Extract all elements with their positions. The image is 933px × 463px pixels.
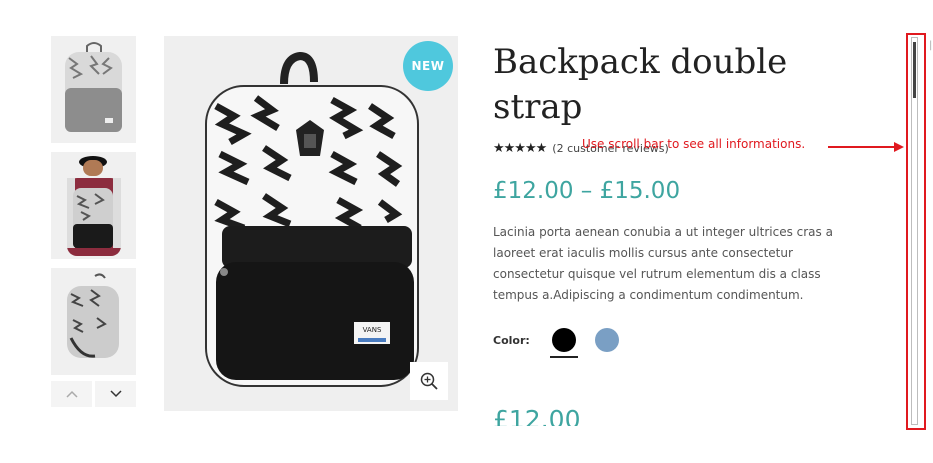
thumbnail-down-button[interactable]	[95, 381, 136, 407]
thumbnail-up-button[interactable]	[51, 381, 92, 407]
thumbnail-2[interactable]	[51, 152, 136, 259]
color-label: Color:	[493, 333, 530, 347]
new-badge: NEW	[403, 41, 453, 91]
thumbnail-3[interactable]	[51, 268, 136, 375]
product-title: Backpack double strap	[493, 42, 788, 127]
thumbnail-gallery	[51, 36, 136, 407]
chevron-up-icon	[65, 390, 78, 398]
zoom-in-icon	[420, 372, 438, 390]
color-selector: Color:	[493, 328, 863, 358]
scroll-annotation: Use scroll bar to see all informations.	[582, 137, 806, 151]
zoom-button[interactable]	[410, 362, 448, 400]
edge-divider: |	[929, 40, 933, 51]
product-info: Backpack double strap ★★★★★ (2 customer …	[493, 40, 863, 358]
product-description: Lacinia porta aenean conubia a ut intege…	[493, 225, 833, 302]
svg-text:VANS: VANS	[363, 326, 382, 334]
thumbnail-1[interactable]	[51, 36, 136, 143]
chevron-down-icon	[109, 390, 122, 398]
color-swatch-black[interactable]	[549, 328, 578, 358]
color-swatch-blue[interactable]	[594, 328, 619, 352]
main-product-image[interactable]: VANS	[164, 36, 458, 411]
backpack-image: VANS	[164, 36, 458, 411]
price-range: £12.00 – £15.00	[493, 178, 681, 204]
selected-price: £12.00	[493, 405, 581, 426]
annotation-arrow-icon	[828, 142, 904, 152]
star-rating-icon: ★★★★★	[493, 141, 547, 156]
thumbnail-nav	[51, 381, 136, 407]
scrollbar-thumb[interactable]	[913, 42, 916, 98]
